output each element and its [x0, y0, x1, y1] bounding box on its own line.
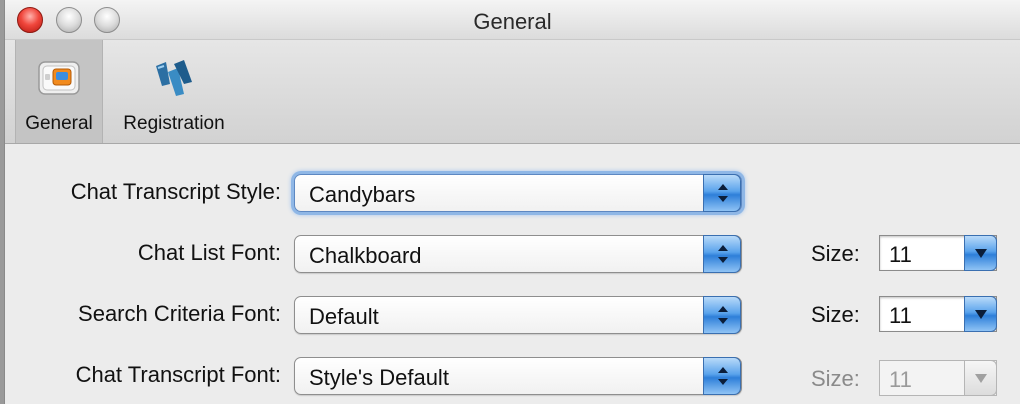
general-prefs-icon: [33, 52, 85, 104]
list-font-value: Chalkboard: [309, 243, 422, 268]
transcript-font-size-combo: 11: [879, 360, 997, 396]
transcript-font-value: Style's Default: [309, 365, 449, 390]
transcript-font-size-label: Size:: [811, 366, 860, 391]
list-font-size-combo[interactable]: 11: [879, 235, 997, 271]
dropdown-arrow-icon[interactable]: [964, 296, 997, 332]
search-font-size-label: Size:: [811, 302, 860, 327]
transcript-font-label: Chat Transcript Font:: [75, 362, 281, 387]
search-font-size-value: 11: [889, 303, 912, 328]
list-font-popup[interactable]: Chalkboard: [294, 235, 742, 273]
search-font-popup[interactable]: Default: [294, 296, 742, 334]
toolbar-item-registration[interactable]: Registration: [111, 40, 237, 143]
toolbar-item-general[interactable]: General: [15, 40, 103, 143]
transcript-style-popup[interactable]: Candybars: [294, 174, 742, 212]
transcript-font-popup[interactable]: Style's Default: [294, 357, 742, 395]
transcript-font-size-value: 11: [889, 367, 912, 392]
transcript-style-value: Candybars: [309, 182, 416, 207]
toolbar-label-general: General: [25, 113, 93, 134]
window-title: General: [473, 9, 552, 34]
popup-arrows-icon: [703, 174, 741, 212]
preferences-window: General General Registration Chat Transc…: [4, 0, 1020, 404]
popup-arrows-icon: [703, 235, 741, 273]
list-font-size-label: Size:: [811, 241, 860, 266]
transcript-style-label: Chat Transcript Style:: [70, 179, 281, 204]
list-font-size-value: 11: [889, 242, 912, 267]
dropdown-arrow-icon: [964, 360, 997, 396]
title-bar: General: [5, 0, 1020, 40]
search-font-label: Search Criteria Font:: [78, 301, 281, 326]
search-font-value: Default: [309, 304, 379, 329]
toolbar-label-registration: Registration: [123, 113, 225, 134]
registration-logo-icon: [148, 52, 200, 104]
list-font-label: Chat List Font:: [137, 240, 281, 265]
search-font-size-combo[interactable]: 11: [879, 296, 997, 332]
popup-arrows-icon: [703, 357, 741, 395]
dropdown-arrow-icon[interactable]: [964, 235, 997, 271]
popup-arrows-icon: [703, 296, 741, 334]
preferences-toolbar: General Registration: [5, 40, 1020, 144]
